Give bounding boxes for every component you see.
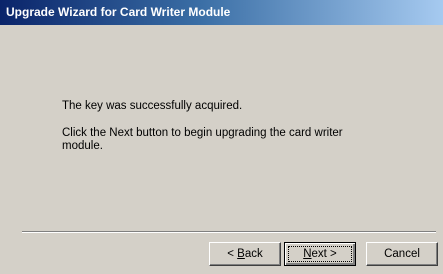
success-message: The key was successfully acquired. [62,100,243,112]
back-button[interactable]: < Back [209,242,281,266]
button-separator [22,231,436,233]
window-title: Upgrade Wizard for Card Writer Module [6,5,231,19]
wizard-content: The key was successfully acquired. Click… [0,25,443,274]
back-button-label: ack [244,247,263,260]
back-button-prefix: < [227,247,238,260]
next-button-label: ext > [311,247,337,260]
cancel-button[interactable]: Cancel [366,242,438,266]
next-button-mnemonic: N [303,247,312,260]
back-button-mnemonic: B [237,247,245,260]
wizard-window: Upgrade Wizard for Card Writer Module Th… [0,0,443,274]
instruction-message: Click the Next button to begin upgrading… [62,127,343,152]
next-button[interactable]: Next > [284,242,356,266]
title-bar[interactable]: Upgrade Wizard for Card Writer Module [0,0,443,25]
